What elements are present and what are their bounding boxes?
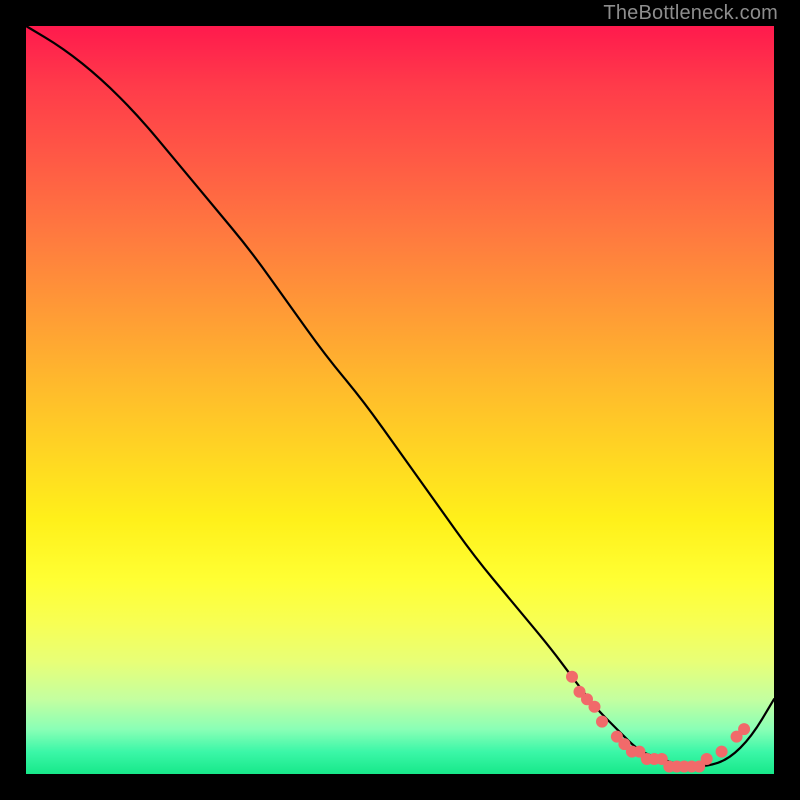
curve-marker	[716, 746, 728, 758]
curve-marker	[596, 716, 608, 728]
curve-markers	[566, 671, 750, 773]
curve-marker	[738, 723, 750, 735]
chart-stage: TheBottleneck.com	[0, 0, 800, 800]
curve-marker	[701, 753, 713, 765]
watermark-text: TheBottleneck.com	[603, 2, 778, 25]
curve-svg	[26, 26, 774, 774]
bottleneck-curve	[26, 26, 774, 767]
curve-marker	[589, 701, 601, 713]
plot-area	[26, 26, 774, 774]
curve-marker	[566, 671, 578, 683]
